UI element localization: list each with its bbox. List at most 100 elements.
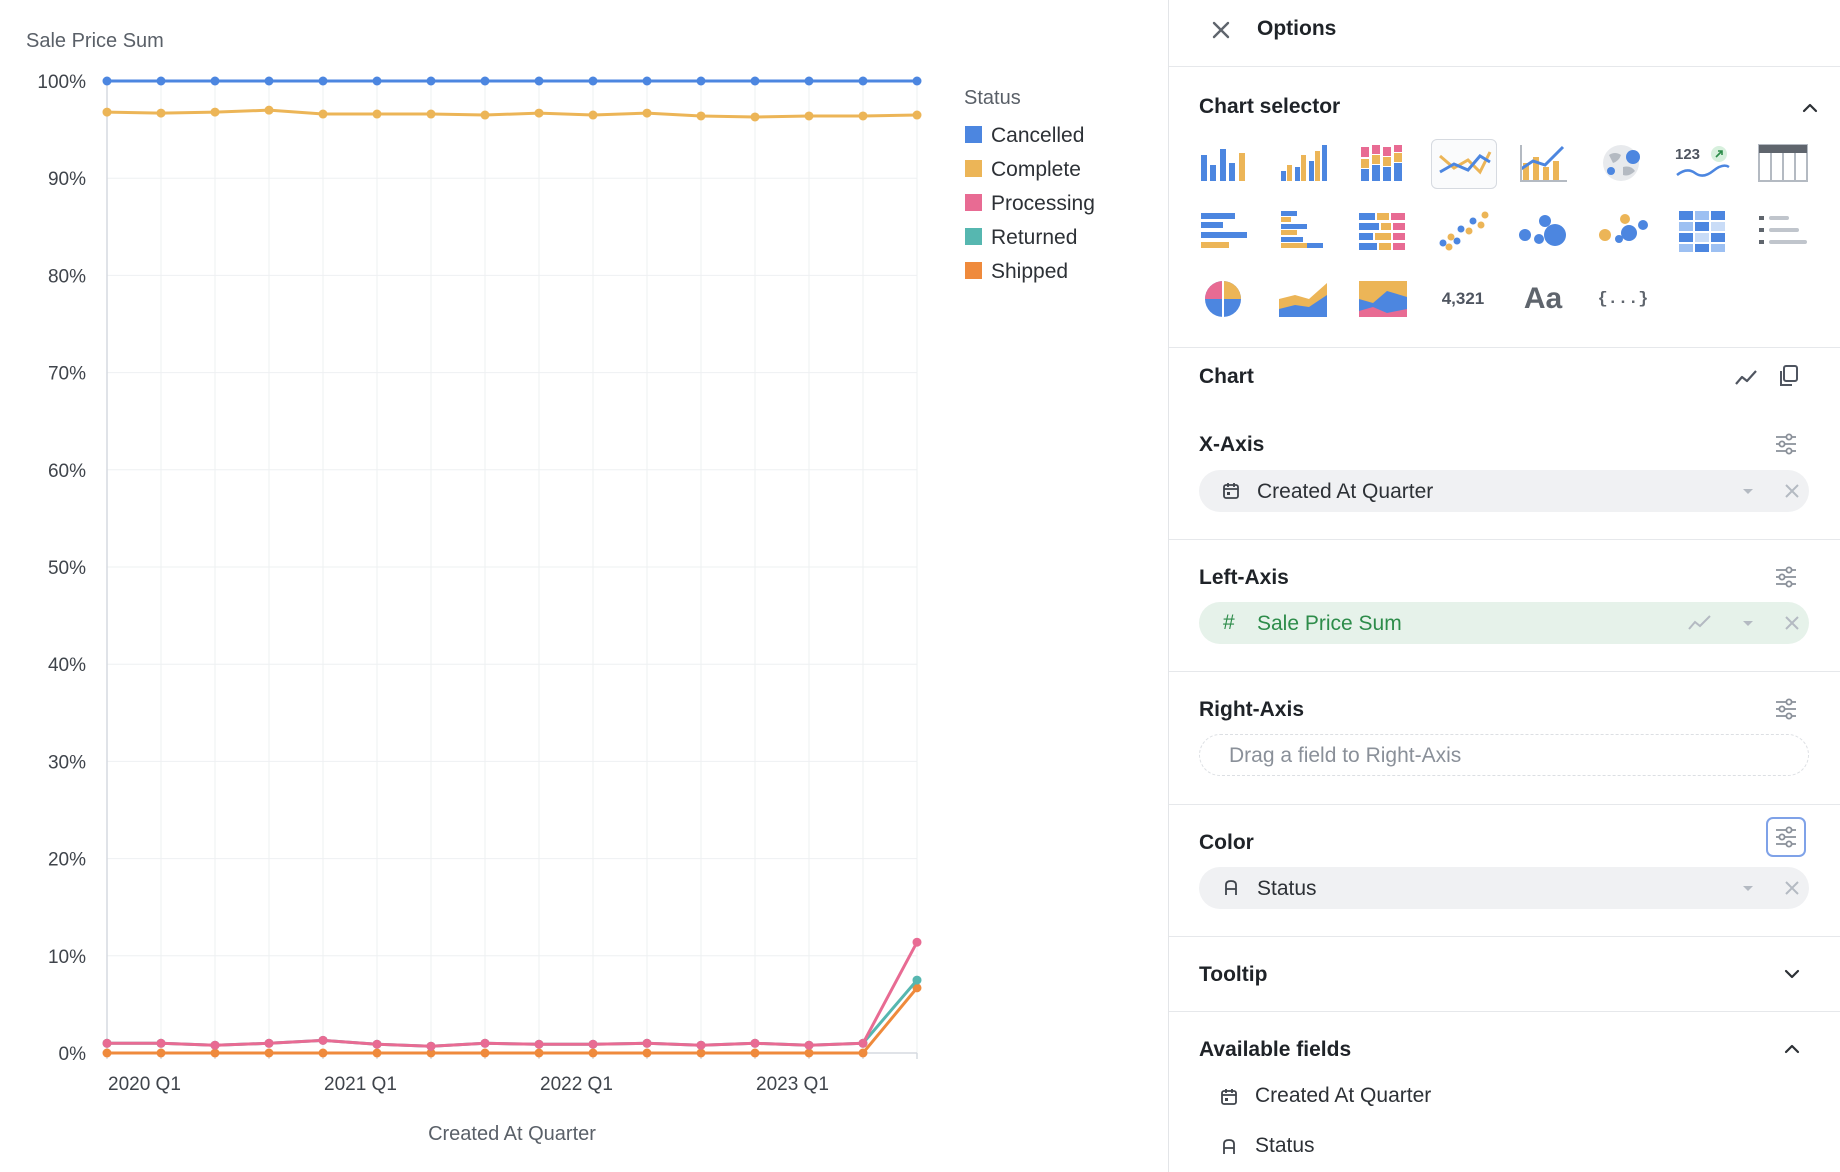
data-point-shipped	[102, 1048, 112, 1058]
data-point-shipped	[318, 1048, 328, 1058]
data-point-shipped	[858, 1048, 868, 1058]
data-point-processing	[912, 937, 922, 947]
y-tick-label: 70%	[48, 364, 86, 385]
right-axis-drop-zone[interactable]: Drag a field to Right-Axis	[1199, 734, 1809, 776]
data-point-cancelled	[642, 76, 652, 86]
data-point-complete	[372, 109, 382, 119]
pie-chart-icon[interactable]	[1191, 275, 1255, 323]
color-field-label: Status	[1257, 877, 1317, 900]
left-axis-field[interactable]: # Sale Price Sum	[1199, 602, 1809, 644]
tooltip-section[interactable]: Tooltip	[1169, 937, 1840, 1012]
data-point-shipped	[534, 1048, 544, 1058]
bubble-chart-icon[interactable]	[1511, 207, 1575, 255]
legend-swatch	[965, 160, 982, 177]
data-point-processing	[534, 1039, 544, 1049]
x-icon[interactable]	[1782, 878, 1802, 898]
colored-bubble-chart-icon[interactable]	[1591, 207, 1655, 255]
y-tick-label: 0%	[59, 1044, 87, 1065]
y-tick-label: 40%	[48, 655, 86, 676]
legend-item-label: Complete	[991, 158, 1081, 181]
data-point-processing	[858, 1038, 868, 1048]
data-point-processing	[696, 1040, 706, 1050]
table-icon[interactable]	[1751, 139, 1815, 187]
stacked-horizontal-bar-icon[interactable]	[1351, 207, 1415, 255]
x-axis-settings-icon[interactable]	[1773, 431, 1799, 457]
data-point-shipped	[696, 1048, 706, 1058]
stacked-bar-chart-icon[interactable]	[1351, 139, 1415, 187]
number-chart-icon[interactable]: 4,321	[1431, 275, 1495, 323]
chevron-up-icon[interactable]	[1799, 97, 1821, 119]
data-point-processing	[210, 1040, 220, 1050]
available-fields-section: Available fields Created At Quarter Stat…	[1169, 1012, 1840, 1172]
left-axis-field-label: Sale Price Sum	[1257, 612, 1402, 635]
x-axis-title: X-Axis	[1199, 433, 1265, 456]
data-point-complete	[750, 112, 760, 122]
available-fields-title: Available fields	[1199, 1038, 1352, 1061]
close-icon[interactable]	[1207, 16, 1235, 44]
x-tick-label: 2021 Q1	[324, 1074, 397, 1095]
right-axis-settings-icon[interactable]	[1773, 696, 1799, 722]
map-chart-icon[interactable]	[1591, 139, 1655, 187]
data-point-shipped	[210, 1048, 220, 1058]
x-tick-label: 2023 Q1	[756, 1074, 829, 1095]
line-trend-icon[interactable]	[1733, 365, 1759, 391]
data-point-complete	[210, 107, 220, 117]
x-icon[interactable]	[1782, 613, 1802, 633]
left-axis-settings-icon[interactable]	[1773, 564, 1799, 590]
data-point-complete	[912, 110, 922, 120]
x-icon[interactable]	[1782, 481, 1802, 501]
data-point-shipped	[156, 1048, 166, 1058]
data-point-complete	[426, 109, 436, 119]
data-point-shipped	[372, 1048, 382, 1058]
y-tick-label: 90%	[48, 169, 86, 190]
json-chart-icon[interactable]: {...}	[1591, 275, 1655, 323]
stacked-area-chart-icon[interactable]	[1351, 275, 1415, 323]
bar-chart-icon[interactable]	[1191, 139, 1255, 187]
caret-down-icon[interactable]	[1739, 879, 1757, 897]
data-point-complete	[858, 111, 868, 121]
caret-down-icon[interactable]	[1739, 614, 1757, 632]
chevron-up-icon[interactable]	[1781, 1038, 1803, 1060]
data-point-cancelled	[372, 76, 382, 86]
number-type-icon: #	[1223, 611, 1235, 634]
data-point-cancelled	[534, 76, 544, 86]
data-point-complete	[534, 108, 544, 118]
legend-title: Status	[964, 87, 1021, 109]
available-field-label: Created At Quarter	[1255, 1084, 1432, 1107]
data-point-shipped	[642, 1048, 652, 1058]
y-tick-label: 20%	[48, 850, 86, 871]
text-chart-label: Aa	[1523, 282, 1563, 315]
data-point-complete	[480, 110, 490, 120]
scatter-chart-icon[interactable]	[1431, 207, 1495, 255]
duplicate-icon[interactable]	[1775, 363, 1801, 389]
data-point-processing	[588, 1039, 598, 1049]
grouped-horizontal-bar-icon[interactable]	[1271, 207, 1335, 255]
svg-text:123: 123	[1675, 146, 1700, 163]
legend-swatch	[965, 228, 982, 245]
color-field[interactable]: Status	[1199, 867, 1809, 909]
chevron-down-icon[interactable]	[1781, 963, 1803, 985]
trend-number-icon[interactable]: 123	[1671, 139, 1735, 187]
area-chart-icon[interactable]	[1271, 275, 1335, 323]
sliders-icon	[1776, 826, 1796, 848]
text-chart-icon[interactable]: Aa	[1511, 275, 1575, 323]
legend-swatch	[965, 126, 982, 143]
data-point-processing	[102, 1038, 112, 1048]
data-point-cancelled	[858, 76, 868, 86]
data-point-complete	[264, 105, 274, 115]
data-point-complete	[696, 111, 706, 121]
heatmap-icon[interactable]	[1671, 207, 1735, 255]
legend-item-label: Cancelled	[991, 124, 1084, 147]
x-axis-field[interactable]: Created At Quarter	[1199, 470, 1809, 512]
color-settings-button[interactable]	[1766, 817, 1806, 857]
x-tick-label: 2020 Q1	[108, 1074, 181, 1095]
series-type-line-icon[interactable]	[1687, 612, 1713, 634]
grouped-bar-chart-icon[interactable]	[1271, 139, 1335, 187]
caret-down-icon[interactable]	[1739, 482, 1757, 500]
line-chart-icon[interactable]	[1431, 139, 1497, 189]
horizontal-bar-chart-icon[interactable]	[1191, 207, 1255, 255]
legend-item-label: Returned	[991, 226, 1077, 249]
data-point-processing	[804, 1040, 814, 1050]
combo-chart-icon[interactable]	[1511, 139, 1575, 187]
list-chart-icon[interactable]	[1751, 207, 1815, 255]
